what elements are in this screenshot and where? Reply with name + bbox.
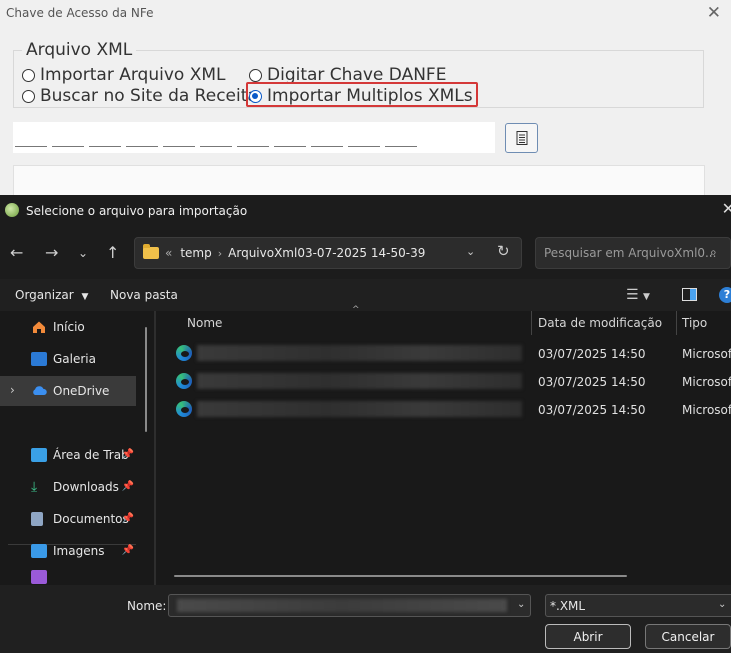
column-divider[interactable] (531, 311, 532, 335)
open-button[interactable]: Abrir (545, 624, 631, 649)
radio-circle-icon (22, 68, 35, 82)
file-name-redacted (197, 373, 522, 389)
nav-item-partial[interactable] (0, 568, 136, 585)
column-divider[interactable] (676, 311, 677, 335)
file-row[interactable]: 03/07/2025 14:50 Microsoft (173, 369, 731, 395)
chevron-down-icon[interactable]: ⌄ (718, 599, 726, 610)
view-options-icon[interactable]: ☰ ▼ (626, 287, 650, 303)
radio-import-xml[interactable]: Importar Arquivo XML (22, 65, 226, 85)
music-icon (31, 569, 47, 584)
organize-label: Organizar (15, 288, 74, 302)
column-header-name[interactable]: Nome (187, 316, 222, 330)
file-name-redacted (197, 401, 522, 417)
radio-circle-icon (249, 68, 262, 82)
chevron-down-icon[interactable]: ⌄ (517, 599, 525, 610)
file-name-input[interactable] (168, 594, 531, 617)
organize-menu[interactable]: Organizar ▼ (15, 288, 88, 302)
chevron-down-icon[interactable]: ⌄ (466, 245, 475, 258)
file-name-redacted (177, 599, 507, 612)
breadcrumb-temp[interactable]: temp (180, 246, 211, 260)
document-list-icon (516, 131, 527, 145)
chevron-right-icon[interactable]: › (10, 383, 15, 397)
nav-item-label: Documentos (53, 512, 129, 526)
file-date: 03/07/2025 14:50 (538, 347, 646, 361)
refresh-icon[interactable]: ↻ (497, 242, 510, 260)
chevron-down-icon[interactable]: ⌄ (78, 246, 88, 260)
home-icon (31, 320, 47, 334)
nav-item-onedrive[interactable]: › OneDrive (0, 376, 136, 406)
browse-button[interactable] (505, 123, 538, 153)
app-icon (5, 203, 19, 217)
search-icon: ⌕ (710, 245, 717, 259)
navigation-pane: Início Galeria › OneDrive Área de Trab 📌… (0, 311, 155, 585)
image-icon (31, 544, 47, 558)
nav-item-label: Área de Trab (53, 448, 129, 462)
nav-item-label: Imagens (53, 544, 105, 558)
pin-icon: 📌 (121, 513, 134, 524)
group-label: Arquivo XML (22, 40, 137, 60)
nav-item-label: Downloads (53, 480, 119, 494)
file-type: Microsoft (682, 375, 731, 389)
highlight-box (246, 82, 478, 107)
breadcrumb-current-folder[interactable]: ArquivoXml03-07-2025 14-50-39 (228, 246, 425, 260)
caret-down-icon: ▼ (81, 292, 89, 302)
nav-item-label: OneDrive (53, 384, 110, 398)
nav-item-label: Início (53, 320, 85, 334)
file-open-dialog: Selecione o arquivo para importação ✕ ← … (0, 195, 731, 653)
file-type-select[interactable]: *.XML (545, 594, 731, 617)
access-key-input[interactable] (13, 122, 495, 153)
window-title: Chave de Acesso da NFe (6, 6, 154, 20)
up-arrow-icon[interactable]: ↑ (106, 243, 119, 262)
file-row[interactable]: 03/07/2025 14:50 Microsoft (173, 341, 731, 367)
horizontal-scrollbar[interactable] (174, 575, 627, 577)
close-icon[interactable]: ✕ (707, 3, 721, 23)
file-type: Microsoft (682, 403, 731, 417)
cloud-icon (31, 384, 47, 398)
file-row[interactable]: 03/07/2025 14:50 Microsoft (173, 397, 731, 423)
cancel-button[interactable]: Cancelar (645, 624, 731, 649)
sort-caret-icon: ^ (352, 305, 360, 315)
radio-search-receita[interactable]: Buscar no Site da Receita (22, 86, 258, 106)
nav-item-downloads[interactable]: ⤓ Downloads 📌 (0, 472, 136, 502)
nav-item-images[interactable]: Imagens 📌 (0, 536, 136, 566)
nav-scrollbar[interactable] (145, 327, 147, 432)
column-header-type[interactable]: Tipo (682, 316, 707, 330)
preview-pane-icon[interactable] (682, 288, 697, 301)
gallery-icon (31, 352, 47, 366)
folder-icon (143, 244, 159, 259)
chevron-right-icon: › (217, 246, 223, 260)
address-bar[interactable]: « temp › ArquivoXml03-07-2025 14-50-39 (134, 237, 522, 269)
radio-label: Importar Arquivo XML (40, 65, 226, 85)
back-arrow-icon[interactable]: ← (10, 243, 23, 262)
nav-item-label: Galeria (53, 352, 96, 366)
pin-icon: 📌 (121, 449, 134, 460)
close-icon[interactable]: ✕ (722, 199, 731, 218)
document-icon (31, 512, 43, 526)
radio-label: Buscar no Site da Receita (40, 86, 258, 106)
new-folder-button[interactable]: Nova pasta (110, 288, 178, 302)
file-date: 03/07/2025 14:50 (538, 403, 646, 417)
download-icon: ⤓ (31, 479, 38, 495)
search-input[interactable]: Pesquisar em ArquivoXml0... (535, 237, 731, 269)
radio-circle-icon (22, 89, 35, 103)
nav-item-documents[interactable]: Documentos 📌 (0, 504, 136, 534)
edge-file-icon (176, 345, 192, 361)
desktop-icon (31, 448, 47, 462)
file-date: 03/07/2025 14:50 (538, 375, 646, 389)
help-icon[interactable]: ? (719, 287, 731, 303)
column-header-modified[interactable]: Data de modificação (538, 316, 662, 330)
file-type: Microsoft (682, 347, 731, 361)
nav-item-desktop[interactable]: Área de Trab 📌 (0, 440, 136, 470)
file-name-redacted (197, 345, 522, 361)
dialog-title: Selecione o arquivo para importação (26, 204, 248, 218)
edge-file-icon (176, 373, 192, 389)
nav-item-home[interactable]: Início (0, 312, 136, 342)
file-name-label: Nome: (127, 599, 167, 613)
forward-arrow-icon[interactable]: → (45, 243, 58, 262)
nav-item-gallery[interactable]: Galeria (0, 344, 136, 374)
edge-file-icon (176, 401, 192, 417)
pin-icon: 📌 (121, 481, 134, 492)
address-overflow[interactable]: « (165, 246, 172, 260)
pin-icon: 📌 (121, 545, 134, 556)
